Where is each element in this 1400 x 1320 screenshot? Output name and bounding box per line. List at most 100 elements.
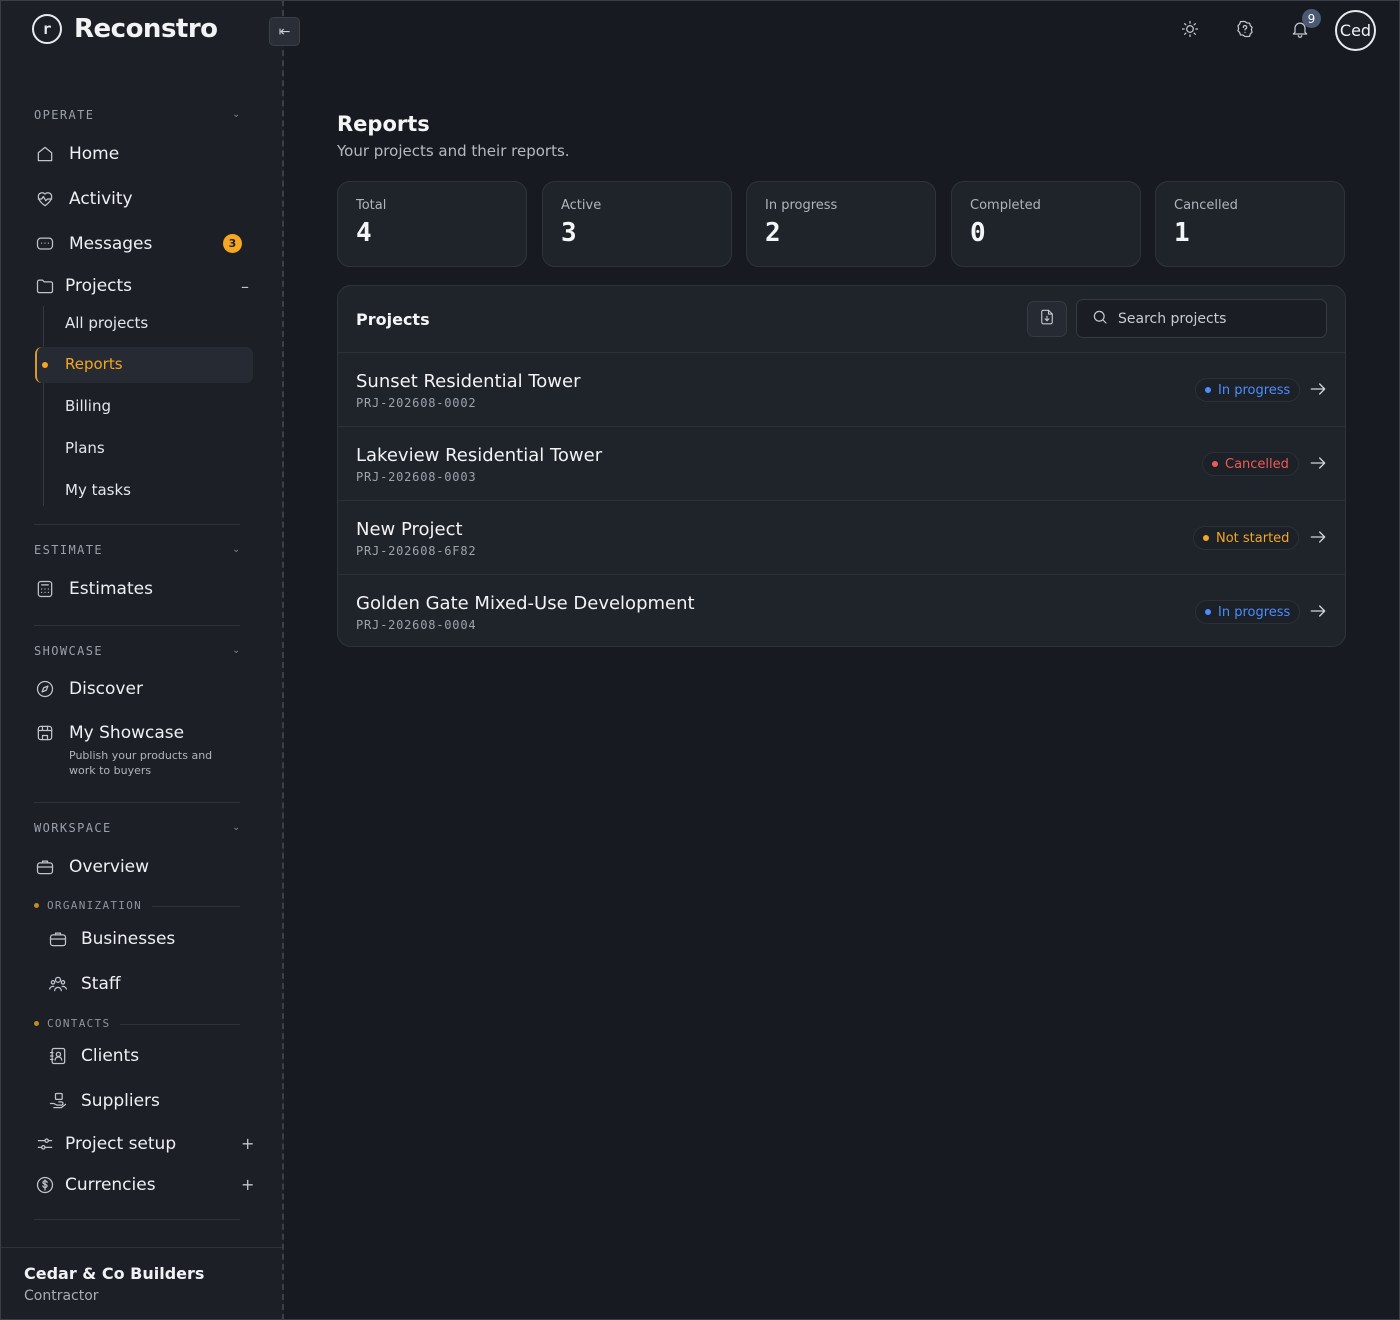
theme-toggle-button[interactable] [1179,20,1201,42]
expand-project-setup-icon[interactable]: + [241,1134,254,1153]
chevron-down-icon[interactable]: ⌄ [232,544,240,555]
notifications-count-badge: 9 [1302,9,1321,28]
sidebar-item-projects[interactable]: Projects [34,271,132,301]
sidebar-item-clients[interactable]: Clients [47,1041,139,1071]
sidebar-item-project-setup[interactable]: Project setup [34,1129,176,1159]
divider [34,625,240,626]
table-row[interactable]: Sunset Residential Tower PRJ-202608-0002… [338,352,1345,426]
page-subtitle: Your projects and their reports. [337,142,570,160]
sidebar-subitem-reports[interactable]: Reports [65,355,123,373]
stat-card-total: Total 4 [337,181,527,267]
divider [34,802,240,803]
hand-package-icon [47,1090,69,1112]
users-icon [47,973,69,995]
sidebar-item-businesses[interactable]: Businesses [47,924,175,954]
chevron-down-icon[interactable]: ⌄ [232,645,240,656]
section-title-workspace: WORKSPACE [34,821,112,835]
arrow-right-icon [1308,383,1328,403]
sliders-icon [34,1133,56,1155]
project-name[interactable]: Lakeview Residential Tower [356,445,602,466]
message-icon [34,233,56,255]
sidebar-item-staff[interactable]: Staff [47,969,121,999]
sidebar-item-label: Discover [69,679,143,699]
status-dot [1205,609,1211,615]
status-badge: Not started [1193,526,1300,550]
help-button[interactable] [1234,20,1256,42]
sidebar-item-label: My Showcase [69,723,185,743]
project-name[interactable]: Golden Gate Mixed-Use Development [356,593,695,614]
group-label-organization: ORGANIZATION [47,899,143,912]
sidebar-item-label: Project setup [65,1134,177,1154]
project-name[interactable]: Sunset Residential Tower [356,371,581,392]
sidebar-item-overview[interactable]: Overview [34,852,149,882]
avatar[interactable]: Ced [1335,10,1376,51]
open-project-button[interactable] [1308,453,1328,473]
project-name[interactable]: New Project [356,519,463,540]
chevron-down-icon[interactable]: ⌄ [232,822,240,833]
table-row[interactable]: Golden Gate Mixed-Use Development PRJ-20… [338,574,1345,646]
divider [34,524,240,525]
search-field[interactable] [1076,299,1327,338]
table-row[interactable]: Lakeview Residential Tower PRJ-202608-00… [338,426,1345,500]
collapse-projects-icon[interactable]: – [241,277,249,296]
stat-value: 0 [970,218,986,248]
sidebar-subitem-billing[interactable]: Billing [65,397,111,415]
sidebar-item-activity[interactable]: Activity [34,184,133,214]
sidebar-item-label: Overview [69,857,150,877]
compass-icon [34,678,56,700]
group-line [152,906,240,907]
active-indicator-dot [42,362,48,368]
sidebar-item-my-showcase[interactable]: My Showcase [34,718,184,748]
sidebar-item-messages[interactable]: Messages [34,229,152,259]
contact-book-icon [47,1045,69,1067]
search-icon [1091,308,1109,330]
submenu-guide-line [43,306,44,506]
stat-label: Cancelled [1174,198,1238,213]
group-line [120,1024,240,1025]
export-button[interactable] [1027,301,1067,337]
panel-title: Projects [356,310,430,329]
sidebar-item-suppliers[interactable]: Suppliers [47,1086,160,1116]
sidebar-subitem-my-tasks[interactable]: My tasks [65,481,131,499]
table-row[interactable]: New Project PRJ-202608-6F82 Not started [338,500,1345,574]
brand-name: Reconstro [74,14,218,44]
briefcase-icon [34,856,56,878]
sidebar-item-label: Messages [69,234,153,254]
sidebar-item-discover[interactable]: Discover [34,674,143,704]
group-label-contacts: CONTACTS [47,1017,111,1030]
company-name[interactable]: Cedar & Co Builders [24,1264,204,1283]
help-badge-icon [1235,19,1255,43]
expand-currencies-icon[interactable]: + [241,1175,254,1194]
project-code: PRJ-202608-0004 [356,618,477,632]
sidebar-subitem-plans[interactable]: Plans [65,439,105,457]
project-code: PRJ-202608-0002 [356,396,477,410]
my-showcase-description: Publish your products and work to buyers [69,749,213,777]
sidebar-subitem-all-projects[interactable]: All projects [65,314,148,332]
sidebar-item-home[interactable]: Home [34,139,119,169]
search-input[interactable] [1118,310,1318,327]
dollar-circle-icon [34,1174,56,1196]
stat-card-active: Active 3 [542,181,732,267]
projects-panel: Projects Sunset Residential Tower PRJ-20… [337,285,1346,647]
section-title-operate: OPERATE [34,108,95,122]
sidebar-item-label: Businesses [81,929,176,949]
section-title-showcase: SHOWCASE [34,644,103,658]
section-title-estimate: ESTIMATE [34,543,103,557]
stat-label: Active [561,198,602,213]
stat-value: 4 [356,218,372,248]
heart-pulse-icon [34,188,56,210]
sidebar-item-currencies[interactable]: Currencies [34,1170,156,1200]
brand-logo-icon: r [32,14,62,44]
open-project-button[interactable] [1308,527,1328,547]
sidebar-item-label: Activity [69,189,133,209]
sidebar-item-estimates[interactable]: Estimates [34,574,153,604]
sidebar: r Reconstro OPERATE ⌄ Home Activity Mess… [0,0,284,1320]
brand[interactable]: r Reconstro [32,14,218,44]
home-icon [34,143,56,165]
open-project-button[interactable] [1308,601,1328,621]
group-dot [34,1021,39,1026]
collapse-sidebar-button[interactable]: ⇤ [269,17,300,46]
open-project-button[interactable] [1308,379,1328,399]
chevron-down-icon[interactable]: ⌄ [232,109,240,120]
status-label: Cancelled [1225,456,1289,472]
